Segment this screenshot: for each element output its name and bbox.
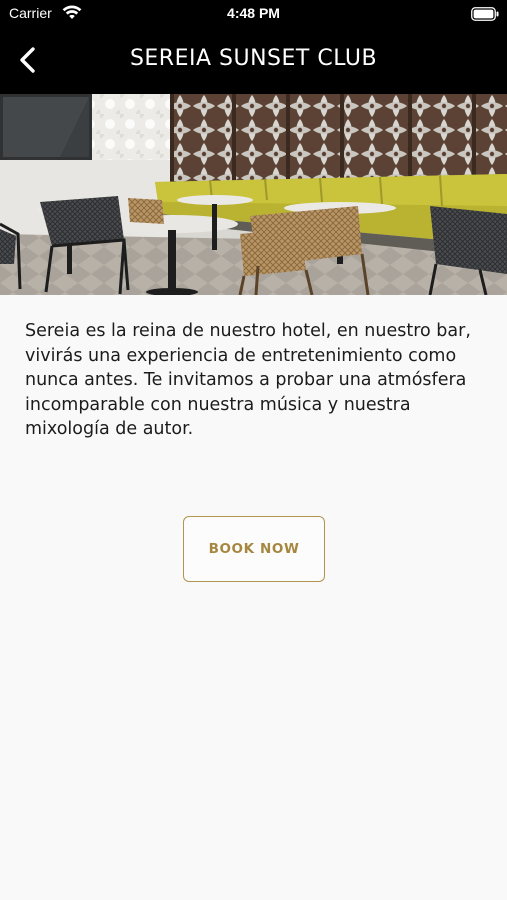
- hero-image: [0, 94, 507, 295]
- chevron-left-icon: [20, 47, 35, 73]
- battery-icon: [471, 7, 499, 21]
- back-button[interactable]: [14, 44, 44, 76]
- venue-description: Sereia es la reina de nuestro hotel, en …: [25, 321, 471, 439]
- clock: 4:48 PM: [227, 5, 280, 21]
- page-title: SEREIA SUNSET CLUB: [129, 46, 378, 71]
- top-bar: Carrier 4:48 PM SEREIA SUNSET CLUB: [0, 0, 507, 94]
- book-now-button[interactable]: BOOK NOW: [183, 516, 325, 582]
- status-bar: Carrier 4:48 PM: [0, 0, 507, 28]
